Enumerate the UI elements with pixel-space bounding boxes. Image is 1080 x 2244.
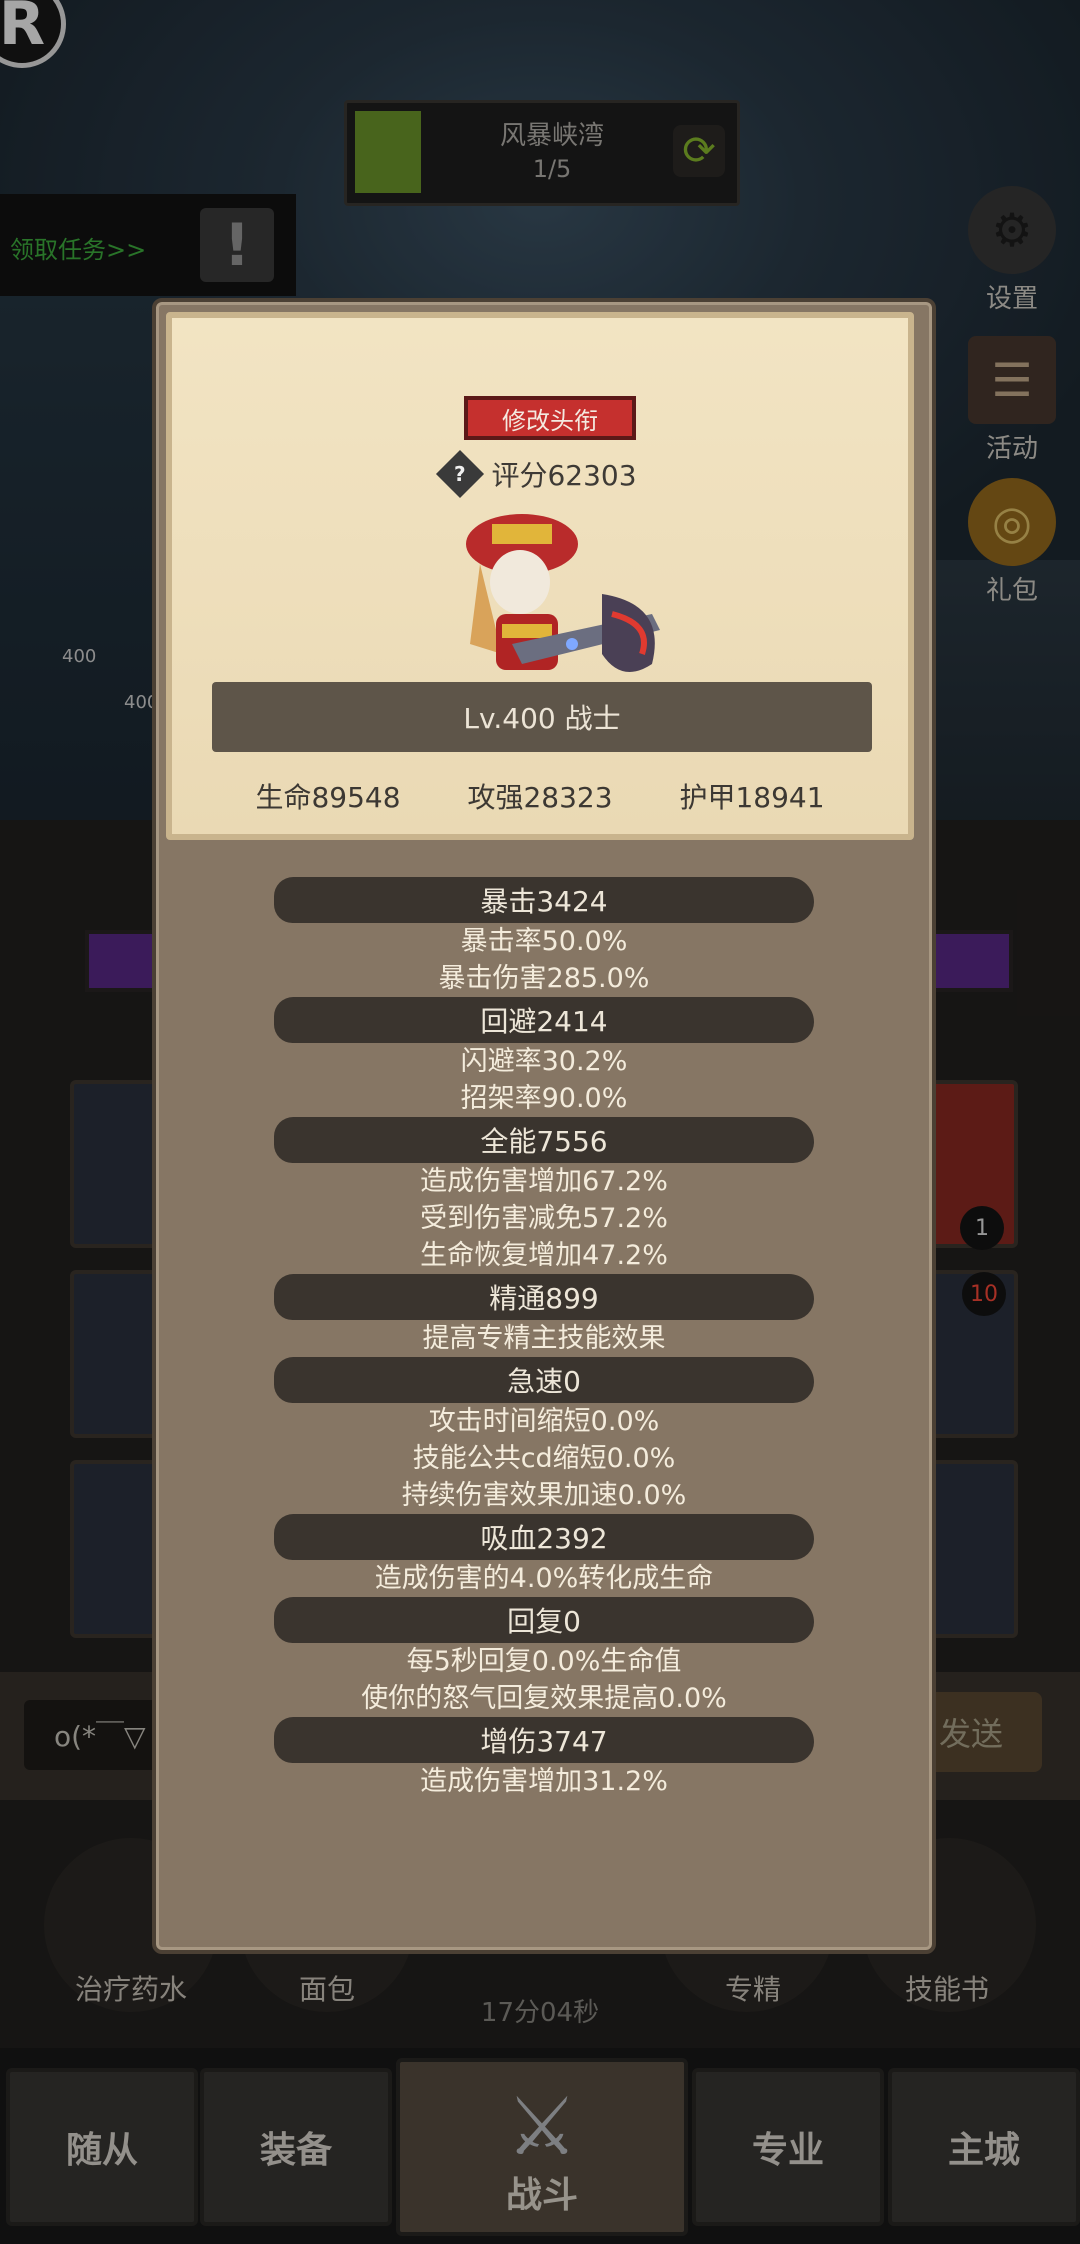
stat-header: 全能7556 bbox=[274, 1117, 814, 1163]
level-class-banner: Lv.400 战士 bbox=[212, 682, 872, 752]
stat-detail: 受到伤害减免57.2% bbox=[420, 1203, 668, 1234]
stat-header: 回复0 bbox=[274, 1597, 814, 1643]
stat-detail: 生命恢复增加47.2% bbox=[420, 1240, 668, 1271]
stat-header: 回避2414 bbox=[274, 997, 814, 1043]
stat-detail: 技能公共cd缩短0.0% bbox=[412, 1443, 676, 1474]
hero-portrait bbox=[466, 514, 660, 672]
stat-header: 增伤3747 bbox=[274, 1717, 814, 1763]
health-stat: 生命89548 bbox=[255, 781, 401, 814]
stat-group-damage-bonus: 增伤3747 造成伤害增加31.2% bbox=[156, 1717, 932, 1800]
stat-group-avoidance: 回避2414 闪避率30.2% 招架率90.0% bbox=[156, 997, 932, 1117]
help-icon[interactable]: ? bbox=[436, 449, 485, 499]
stat-group-haste: 急速0 攻击时间缩短0.0% 技能公共cd缩短0.0% 持续伤害效果加速0.0% bbox=[156, 1357, 932, 1514]
stat-header: 精通899 bbox=[274, 1274, 814, 1320]
stat-header: 吸血2392 bbox=[274, 1514, 814, 1560]
stat-detail: 攻击时间缩短0.0% bbox=[428, 1406, 660, 1437]
stat-header: 急速0 bbox=[274, 1357, 814, 1403]
secondary-stats: 暴击3424 暴击率50.0% 暴击伤害285.0% 回避2414 闪避率30.… bbox=[156, 877, 932, 1800]
stat-detail: 招架率90.0% bbox=[460, 1083, 628, 1114]
stat-detail: 闪避率30.2% bbox=[460, 1046, 628, 1077]
stat-group-regen: 回复0 每5秒回复0.0%生命值 使你的怒气回复效果提高0.0% bbox=[156, 1597, 932, 1717]
stat-group-versatility: 全能7556 造成伤害增加67.2% 受到伤害减免57.2% 生命恢复增加47.… bbox=[156, 1117, 932, 1274]
stat-detail: 使你的怒气回复效果提高0.0% bbox=[361, 1683, 727, 1714]
attack-power-stat: 攻强28323 bbox=[467, 781, 613, 814]
edit-title-button[interactable]: 修改头衔 bbox=[464, 396, 636, 440]
score-value: 评分62303 bbox=[491, 459, 637, 492]
armor-stat: 护甲18941 bbox=[679, 781, 825, 814]
stat-detail: 暴击率50.0% bbox=[460, 926, 628, 957]
stat-group-crit: 暴击3424 暴击率50.0% 暴击伤害285.0% bbox=[156, 877, 932, 997]
character-card: 修改头衔 ? 评分62303 Lv.400 战士 生命89548 攻强28323… bbox=[166, 312, 914, 840]
stat-detail: 造成伤害的4.0%转化成生命 bbox=[374, 1563, 714, 1594]
stat-detail: 造成伤害增加67.2% bbox=[420, 1166, 668, 1197]
base-stats: 生命89548 攻强28323 护甲18941 bbox=[172, 776, 908, 816]
stat-detail: 暴击伤害285.0% bbox=[438, 963, 650, 994]
stat-group-lifesteal: 吸血2392 造成伤害的4.0%转化成生命 bbox=[156, 1514, 932, 1597]
stat-detail: 每5秒回复0.0%生命值 bbox=[406, 1646, 682, 1677]
character-stats-modal: 修改头衔 ? 评分62303 Lv.400 战士 生命89548 攻强28323… bbox=[152, 298, 936, 1954]
stat-detail: 提高专精主技能效果 bbox=[422, 1323, 666, 1354]
stat-detail: 造成伤害增加31.2% bbox=[420, 1766, 668, 1797]
stat-detail: 持续伤害效果加速0.0% bbox=[401, 1480, 687, 1511]
stat-group-mastery: 精通899 提高专精主技能效果 bbox=[156, 1274, 932, 1357]
stat-header: 暴击3424 bbox=[274, 877, 814, 923]
score-row: ? 评分62303 bbox=[172, 449, 908, 499]
